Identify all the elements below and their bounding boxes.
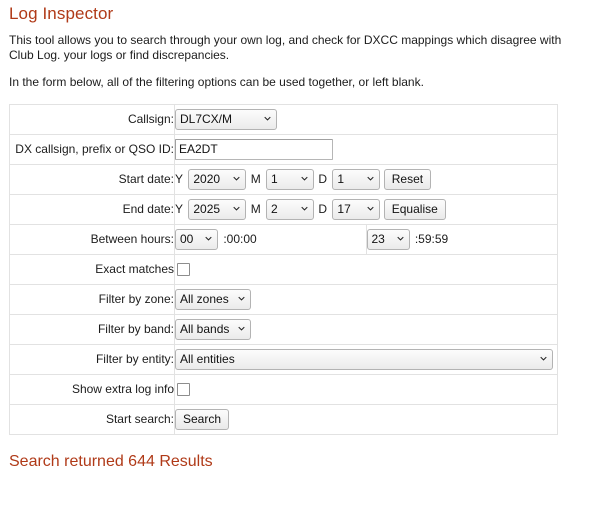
start-year-select[interactable]: 2020 xyxy=(188,168,247,190)
field-filter-zone: All zones xyxy=(174,283,558,315)
start-year-wrap: 2020 xyxy=(188,168,247,190)
end-year-wrap: 2025 xyxy=(188,198,247,220)
form-row-exact-matches: Exact matches xyxy=(9,253,558,285)
entity-select-wrap: All entities xyxy=(175,348,553,370)
start-month-prefix: M xyxy=(250,172,261,187)
label-show-extra: Show extra log info xyxy=(9,373,175,405)
from-hour-wrap: 00 xyxy=(175,228,218,250)
from-hour-select[interactable]: 00 xyxy=(175,228,218,250)
dx-callsign-input[interactable] xyxy=(175,138,333,160)
page-title: Log Inspector xyxy=(9,4,114,23)
end-day-prefix: D xyxy=(318,202,328,217)
form-row-filter-zone: Filter by zone: All zones xyxy=(9,283,558,315)
label-dx-callsign: DX callsign, prefix or QSO ID: xyxy=(9,133,175,165)
start-month-select[interactable]: 1 xyxy=(266,168,315,190)
intro-paragraph-1: This tool allows you to search through y… xyxy=(9,32,562,62)
end-day-wrap: 17 xyxy=(332,198,381,220)
filter-zone-select[interactable]: All zones xyxy=(175,288,251,310)
show-extra-log-info-checkbox[interactable] xyxy=(177,383,190,397)
intro-paragraph-2: In the form below, all of the filtering … xyxy=(9,74,424,89)
label-between-hours: Between hours: xyxy=(9,223,175,255)
log-inspector-form: Callsign: DL7CX/M DX callsign, prefix or… xyxy=(9,103,558,435)
end-month-select[interactable]: 2 xyxy=(266,198,315,220)
start-year-prefix: Y xyxy=(175,172,184,187)
label-exact-matches: Exact matches xyxy=(9,253,175,285)
field-to-hour: 23 :59:59 xyxy=(365,223,558,255)
search-button[interactable]: Search xyxy=(175,408,230,430)
form-row-between-hours: Between hours: 00 :00:00 23:59:59 xyxy=(9,223,558,255)
field-start-search: Search xyxy=(174,403,558,435)
to-hour-select[interactable]: 23 xyxy=(366,228,410,250)
field-filter-band: All bands xyxy=(174,313,558,345)
label-filter-entity: Filter by entity: xyxy=(9,343,175,375)
to-hour-wrap: 23 xyxy=(366,228,410,250)
start-day-prefix: D xyxy=(318,172,328,187)
page-container: Log Inspector This tool allows you to se… xyxy=(0,4,590,470)
label-filter-zone: Filter by zone: xyxy=(9,283,175,315)
form-row-filter-band: Filter by band: All bands xyxy=(9,313,558,345)
label-filter-band: Filter by band: xyxy=(9,313,175,345)
field-start-date: Y 2020 M 1 D 1 Reset xyxy=(174,163,558,195)
label-callsign: Callsign: xyxy=(9,103,175,135)
label-start-date: Start date: xyxy=(9,163,175,195)
callsign-select-wrap: DL7CX/M xyxy=(175,108,277,130)
band-select-wrap: All bands xyxy=(175,318,251,340)
field-end-date: Y 2025 M 2 D 17 Equalise xyxy=(174,193,558,225)
end-month-wrap: 2 xyxy=(266,198,315,220)
form-row-start-search: Start search: Search xyxy=(9,403,558,435)
end-month-prefix: M xyxy=(250,202,261,217)
form-row-filter-entity: Filter by entity: All entities xyxy=(9,343,558,375)
end-year-select[interactable]: 2025 xyxy=(188,198,247,220)
reset-button[interactable]: Reset xyxy=(383,168,432,190)
form-row-start-date: Start date: Y 2020 M 1 D 1 Reset xyxy=(9,163,558,195)
end-day-select[interactable]: 17 xyxy=(332,198,381,220)
exact-matches-checkbox[interactable] xyxy=(177,263,190,277)
label-start-search: Start search: xyxy=(9,403,175,435)
field-dx-callsign xyxy=(174,133,558,165)
label-end-date: End date: xyxy=(9,193,175,225)
form-row-end-date: End date: Y 2025 M 2 D 17 Equalise xyxy=(9,193,558,225)
callsign-select[interactable]: DL7CX/M xyxy=(175,108,277,130)
start-day-wrap: 1 xyxy=(332,168,381,190)
end-year-prefix: Y xyxy=(175,202,184,217)
field-exact-matches xyxy=(174,253,558,285)
start-day-select[interactable]: 1 xyxy=(332,168,381,190)
field-from-hour: 00 :00:00 xyxy=(174,223,367,255)
filter-entity-select[interactable]: All entities xyxy=(175,348,553,370)
zone-select-wrap: All zones xyxy=(175,288,251,310)
filter-band-select[interactable]: All bands xyxy=(175,318,251,340)
search-results-heading: Search returned 644 Results xyxy=(9,452,213,470)
field-callsign: DL7CX/M xyxy=(174,103,558,135)
field-show-extra xyxy=(174,373,558,405)
form-row-callsign: Callsign: DL7CX/M xyxy=(9,103,558,135)
field-filter-entity: All entities xyxy=(174,343,558,375)
form-row-dx-callsign: DX callsign, prefix or QSO ID: xyxy=(9,133,558,165)
equalise-button[interactable]: Equalise xyxy=(383,198,446,220)
start-month-wrap: 1 xyxy=(266,168,315,190)
form-row-show-extra: Show extra log info xyxy=(9,373,558,405)
from-time-suffix: :00:00 xyxy=(223,232,257,247)
to-time-suffix: :59:59 xyxy=(414,232,449,247)
